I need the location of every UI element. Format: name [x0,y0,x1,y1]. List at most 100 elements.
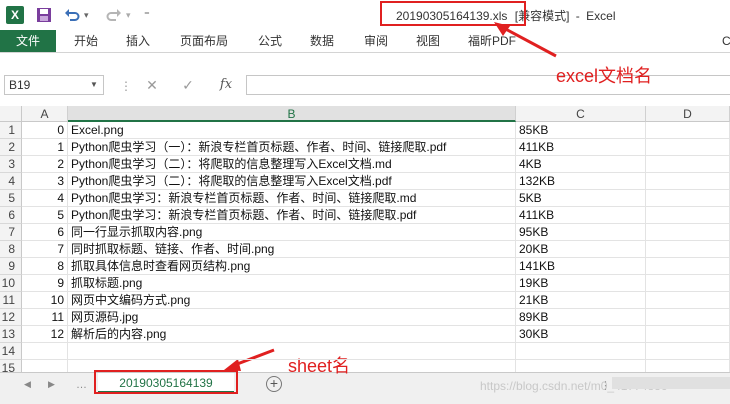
cell-filename[interactable]: 网页源码.jpg [68,309,516,326]
enter-icon[interactable]: ✓ [176,75,200,95]
row-header[interactable]: 9 [0,258,22,275]
tab-home[interactable]: 开始 [74,30,98,52]
cell-filename[interactable]: 抓取标题.png [68,275,516,292]
cell-index[interactable]: 1 [22,139,68,156]
row-header[interactable]: 6 [0,207,22,224]
cell-empty[interactable] [646,122,730,139]
cell-empty[interactable] [646,207,730,224]
redo-icon[interactable] [106,5,122,25]
cell-filesize[interactable]: 141KB [516,258,646,275]
cell-filesize[interactable]: 4KB [516,156,646,173]
tab-review[interactable]: 审阅 [364,30,388,52]
row-header[interactable]: 10 [0,275,22,292]
cell-filesize[interactable]: 95KB [516,224,646,241]
column-header-d[interactable]: D [646,106,730,122]
cell-filename[interactable]: Python爬虫学习（二）：将爬取的信息整理写入Excel文档.pdf [68,173,516,190]
cell-index[interactable] [22,343,68,360]
cell-filesize[interactable]: 30KB [516,326,646,343]
cell-filesize[interactable]: 20KB [516,241,646,258]
select-all-corner[interactable] [0,106,22,122]
cell-filename[interactable]: Python爬虫学习（二）：将爬取的信息整理写入Excel文档.md [68,156,516,173]
tab-data[interactable]: 数据 [310,30,334,52]
column-header-c[interactable]: C [516,106,646,122]
cell-index[interactable]: 9 [22,275,68,292]
cell-filename[interactable]: 抓取具体信息时查看网页结构.png [68,258,516,275]
cell-filename[interactable]: 解析后的内容.png [68,326,516,343]
sheet-nav-prev-icon[interactable]: ◀ [24,379,31,390]
cell-empty[interactable] [646,139,730,156]
cell-index[interactable]: 10 [22,292,68,309]
cell-empty[interactable] [646,309,730,326]
cell-filesize[interactable] [516,343,646,360]
cell-filesize[interactable] [516,360,646,372]
cell-filename[interactable]: 同一行显示抓取内容.png [68,224,516,241]
excel-app-icon[interactable]: X [6,6,24,24]
insert-function-icon[interactable]: fx [216,75,236,95]
row-header[interactable]: 7 [0,224,22,241]
cell-index[interactable] [22,360,68,372]
cell-empty[interactable] [646,190,730,207]
cell-filename[interactable]: Python爬虫学习：新浪专栏首页标题、作者、时间、链接爬取.md [68,190,516,207]
name-box-dropdown-icon[interactable]: ▼ [90,80,98,89]
cell-filesize[interactable]: 132KB [516,173,646,190]
cell-empty[interactable] [646,360,730,372]
cell-empty[interactable] [646,292,730,309]
row-header[interactable]: 1 [0,122,22,139]
row-header[interactable]: 3 [0,156,22,173]
row-header[interactable]: 11 [0,292,22,309]
row-header[interactable]: 8 [0,241,22,258]
cell-index[interactable]: 0 [22,122,68,139]
save-icon[interactable] [36,5,52,25]
scroll-grip-icon[interactable]: ⋮ [600,379,611,392]
column-header-a[interactable]: A [22,106,68,122]
row-header[interactable]: 13 [0,326,22,343]
cell-filename[interactable]: 网页中文编码方式.png [68,292,516,309]
sheet-nav-next-icon[interactable]: ▶ [48,379,55,390]
cell-filename[interactable]: Python爬虫学习：新浪专栏首页标题、作者、时间、链接爬取.pdf [68,207,516,224]
cell-filesize[interactable]: 5KB [516,190,646,207]
tab-insert[interactable]: 插入 [126,30,150,52]
plus-circle-icon[interactable]: + [266,376,282,392]
name-box[interactable]: B19 [4,75,104,95]
cell-index[interactable]: 5 [22,207,68,224]
row-header[interactable]: 4 [0,173,22,190]
cell-empty[interactable] [646,241,730,258]
cancel-icon[interactable]: ✕ [140,75,164,95]
tab-cut-off[interactable]: C [722,30,730,52]
cell-index[interactable]: 4 [22,190,68,207]
tab-view[interactable]: 视图 [416,30,440,52]
tab-formulas[interactable]: 公式 [258,30,282,52]
cell-empty[interactable] [646,224,730,241]
row-header[interactable]: 5 [0,190,22,207]
cell-filesize[interactable]: 411KB [516,139,646,156]
tab-file[interactable]: 文件 [0,30,56,52]
cell-filename[interactable] [68,343,516,360]
cell-index[interactable]: 6 [22,224,68,241]
cell-index[interactable]: 3 [22,173,68,190]
cell-filename[interactable]: 同时抓取标题、链接、作者、时间.png [68,241,516,258]
undo-icon[interactable] [64,5,80,25]
row-header[interactable]: 12 [0,309,22,326]
cell-empty[interactable] [646,343,730,360]
customize-icon[interactable]: ⁼ [144,5,150,25]
tab-foxit-pdf[interactable]: 福昕PDF [468,30,516,52]
cell-filesize[interactable]: 411KB [516,207,646,224]
cell-index[interactable]: 12 [22,326,68,343]
column-header-b[interactable]: B [68,106,516,122]
cell-filesize[interactable]: 89KB [516,309,646,326]
horizontal-scrollbar[interactable] [612,377,730,389]
cell-empty[interactable] [646,258,730,275]
cell-empty[interactable] [646,156,730,173]
cell-filesize[interactable]: 21KB [516,292,646,309]
cell-filename[interactable]: Excel.png [68,122,516,139]
cell-index[interactable]: 7 [22,241,68,258]
tab-page-layout[interactable]: 页面布局 [180,30,228,52]
cell-filename[interactable]: Python爬虫学习（一）：新浪专栏首页标题、作者、时间、链接爬取.pdf [68,139,516,156]
cell-filesize[interactable]: 19KB [516,275,646,292]
cell-empty[interactable] [646,275,730,292]
cell-empty[interactable] [646,326,730,343]
cell-empty[interactable] [646,173,730,190]
cell-filename[interactable] [68,360,516,372]
undo-dropdown-icon[interactable]: ▾ [84,5,89,25]
row-header[interactable]: 2 [0,139,22,156]
